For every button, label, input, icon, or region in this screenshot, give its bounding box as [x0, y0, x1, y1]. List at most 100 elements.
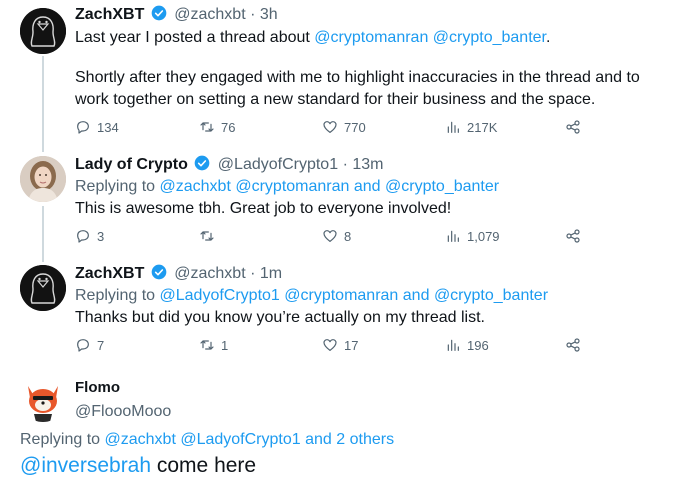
mention-link[interactable]: @cryptomanran: [235, 178, 349, 195]
views-chart-icon: [447, 121, 459, 133]
views-count: 217K: [467, 119, 498, 135]
reply-icon: [77, 339, 89, 352]
mention-link[interactable]: @inversebrah: [20, 454, 151, 477]
and-label: and: [353, 178, 381, 195]
tweet[interactable]: Lady of Crypto @LadyofCrypto1 · 13m Repl…: [0, 150, 680, 250]
tweet-text-prefix: Last year I posted a thread about: [75, 29, 315, 46]
user-handle[interactable]: @LadyofCrypto1: [218, 156, 338, 173]
avatar[interactable]: [20, 376, 66, 422]
reply-button[interactable]: 134: [75, 117, 119, 137]
like-button[interactable]: 17: [322, 335, 358, 355]
retweet-icon: [200, 340, 214, 350]
mention-link[interactable]: @crypto_banter: [433, 29, 546, 46]
retweet-count: 76: [221, 119, 236, 135]
mention-link[interactable]: @zachxbt: [105, 431, 176, 448]
tweet-header: Flomo: [75, 378, 120, 398]
share-icon: [566, 120, 580, 134]
user-handle[interactable]: @FloooMooo: [75, 402, 171, 422]
avatar[interactable]: [20, 156, 66, 202]
user-photo-icon: [20, 156, 66, 202]
tweet-text: This is awesome tbh. Great job to everyo…: [75, 200, 452, 217]
replying-to-label: Replying to: [20, 431, 101, 448]
verified-badge-icon: [151, 5, 167, 21]
reply-count: 134: [97, 119, 119, 135]
verified-badge-icon: [151, 264, 167, 280]
tweet-text-line: work together on setting a new standard …: [75, 91, 596, 108]
timestamp[interactable]: · 1m: [250, 265, 282, 282]
views-count: 1,079: [467, 228, 500, 244]
views-chart-icon: [447, 339, 459, 351]
reply-count: 7: [97, 337, 105, 353]
mention-link[interactable]: @cryptomanran: [284, 287, 398, 304]
mention-link[interactable]: @crypto_banter: [434, 287, 548, 304]
display-name[interactable]: Flomo: [75, 379, 120, 396]
share-icon: [566, 229, 580, 243]
views-button[interactable]: 1,079: [445, 226, 500, 246]
mention-link[interactable]: @cryptomanran: [314, 29, 428, 46]
retweet-count: 1: [221, 337, 229, 353]
like-button[interactable]: 770: [322, 117, 366, 137]
user-handle[interactable]: @zachxbt: [174, 6, 245, 23]
like-button[interactable]: 8: [322, 226, 351, 246]
heart-icon: [323, 230, 337, 242]
share-button[interactable]: [565, 226, 581, 246]
replying-to: Replying to @LadyofCrypto1 @cryptomanran…: [75, 285, 548, 307]
mention-link[interactable]: @zachxbt: [160, 178, 231, 195]
timestamp[interactable]: · 13m: [343, 156, 384, 173]
share-button[interactable]: [565, 335, 581, 355]
mention-link[interactable]: @LadyofCrypto1: [160, 287, 280, 304]
display-name[interactable]: Lady of Crypto: [75, 156, 188, 173]
others-link[interactable]: and 2 others: [305, 431, 394, 448]
avatar[interactable]: [20, 265, 66, 311]
tweet-header: ZachXBT @zachxbt · 3h: [75, 5, 278, 25]
tweet-text: Thanks but did you know you’re actually …: [75, 309, 485, 326]
heart-icon: [323, 121, 337, 133]
retweet-icon: [200, 122, 214, 132]
penguin-avatar-icon: [20, 265, 66, 311]
replying-to-label: Replying to: [75, 287, 156, 304]
mention-link[interactable]: @LadyofCrypto1: [180, 431, 300, 448]
display-name[interactable]: ZachXBT: [75, 6, 144, 23]
views-chart-icon: [447, 230, 459, 242]
heart-icon: [323, 339, 337, 351]
user-handle[interactable]: @zachxbt: [174, 265, 245, 282]
reply-count: 3: [97, 228, 105, 244]
tweet-text: @inversebrah come here: [20, 452, 256, 480]
focused-tweet[interactable]: Flomo @FloooMooo Replying to @zachxbt @L…: [0, 370, 680, 482]
retweet-button[interactable]: 1: [199, 335, 228, 355]
tweet[interactable]: ZachXBT @zachxbt · 1m Replying to @Ladyo…: [0, 259, 680, 359]
cartoon-fox-avatar-icon: [20, 376, 66, 422]
views-count: 196: [467, 337, 489, 353]
views-button[interactable]: 196: [445, 335, 489, 355]
reply-button[interactable]: 3: [75, 226, 104, 246]
tweet-actions: 7 1 17 196: [75, 335, 595, 355]
share-button[interactable]: [565, 117, 581, 137]
share-icon: [566, 338, 580, 352]
tweet-text-line: Shortly after they engaged with me to hi…: [75, 69, 640, 86]
like-count: 770: [344, 119, 366, 135]
reply-button[interactable]: 7: [75, 335, 104, 355]
replying-to: Replying to @zachxbt @LadyofCrypto1 and …: [20, 429, 394, 451]
mention-link[interactable]: @crypto_banter: [385, 178, 499, 195]
tweet-header: Lady of Crypto @LadyofCrypto1 · 13m: [75, 155, 383, 175]
penguin-avatar-icon: [20, 8, 66, 54]
retweet-button[interactable]: [199, 226, 221, 246]
tweet[interactable]: ZachXBT @zachxbt · 3h Last year I posted…: [0, 0, 680, 145]
retweet-button[interactable]: 76: [199, 117, 235, 137]
tweet-text-suffix: .: [546, 29, 551, 46]
verified-badge-icon: [195, 155, 210, 171]
like-count: 8: [344, 228, 352, 244]
timestamp[interactable]: · 3h: [250, 6, 278, 23]
retweet-icon: [200, 231, 214, 241]
avatar[interactable]: [20, 8, 66, 54]
display-name[interactable]: ZachXBT: [75, 265, 144, 282]
views-button[interactable]: 217K: [445, 117, 497, 137]
reply-icon: [77, 121, 89, 134]
tweet-text-body: come here: [151, 454, 257, 477]
tweet-header: ZachXBT @zachxbt · 1m: [75, 264, 282, 284]
replying-to: Replying to @zachxbt @cryptomanran and @…: [75, 176, 499, 198]
and-label: and: [402, 287, 430, 304]
reply-icon: [77, 230, 89, 243]
replying-to-label: Replying to: [75, 178, 156, 195]
tweet-actions: 3 8 1,079: [75, 226, 595, 246]
